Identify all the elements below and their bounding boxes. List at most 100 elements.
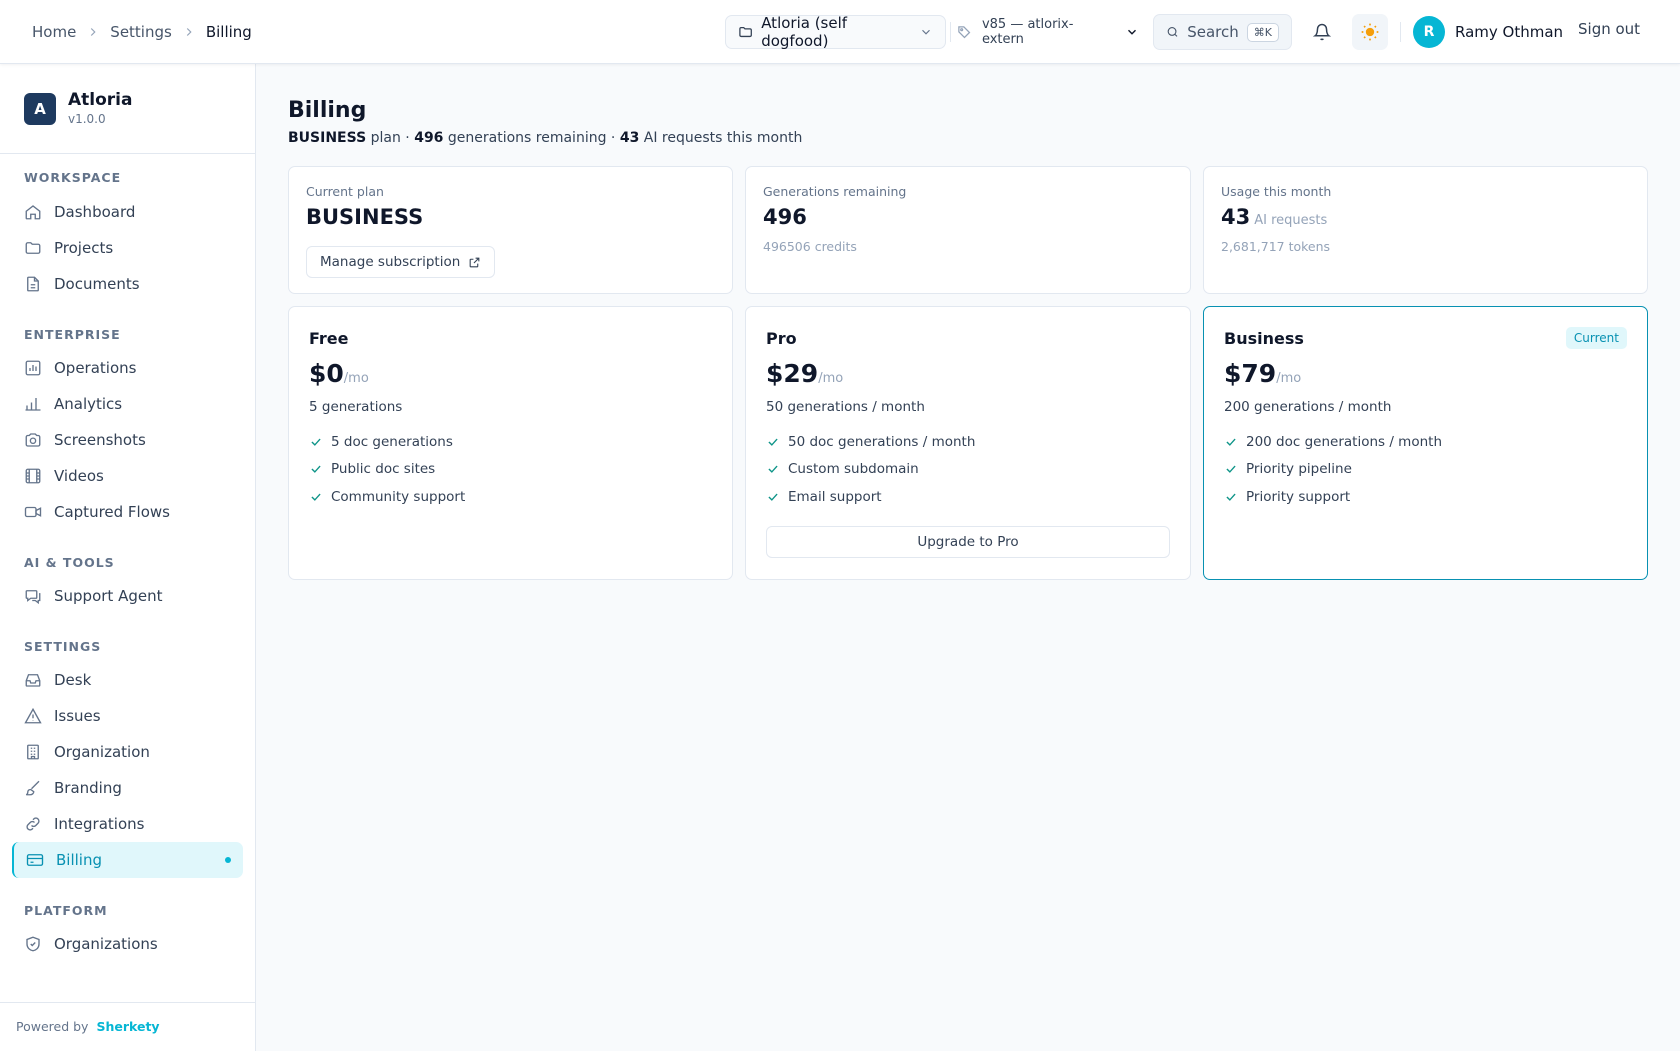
sidebar-item-label: Videos bbox=[54, 467, 104, 485]
price-period: /mo bbox=[343, 371, 369, 386]
check-icon bbox=[768, 438, 778, 446]
summary-plan: BUSINESS bbox=[288, 130, 367, 146]
sign-out-button[interactable]: Sign out bbox=[1578, 20, 1640, 38]
sidebar-item-projects[interactable]: Projects bbox=[12, 230, 243, 266]
sidebar-item-screenshots[interactable]: Screenshots bbox=[12, 422, 243, 458]
plan-description: 200 generations / month bbox=[1224, 399, 1392, 415]
plan-card-business: Business Current $79/mo 200 generations … bbox=[1203, 306, 1648, 580]
brand-name: Atloria bbox=[68, 90, 133, 110]
chevron-right-icon bbox=[182, 25, 196, 39]
warning-icon bbox=[24, 707, 42, 724]
sidebar-item-label: Desk bbox=[54, 671, 92, 689]
stat-sub: 2,681,717 tokens bbox=[1221, 239, 1331, 254]
project-select[interactable]: Atloria (self dogfood) bbox=[725, 14, 946, 50]
check-icon bbox=[311, 493, 321, 501]
chevron-down-icon bbox=[919, 25, 933, 39]
version-select-label: v85 — atlorix-extern bbox=[981, 17, 1074, 47]
stat-value: 43 bbox=[1221, 205, 1251, 229]
plan-feature: Email support bbox=[766, 489, 882, 505]
stat-value: 496 bbox=[763, 205, 807, 229]
theme-toggle[interactable] bbox=[1352, 14, 1388, 50]
stat-value: BUSINESS bbox=[306, 205, 424, 229]
version-select[interactable]: v85 — atlorix-extern bbox=[957, 15, 1139, 49]
brush-icon bbox=[25, 780, 40, 796]
sidebar-item-dashboard[interactable]: Dashboard bbox=[12, 194, 243, 230]
sidebar-item-videos[interactable]: Videos bbox=[12, 458, 243, 494]
link-icon bbox=[26, 817, 40, 831]
sidebar-item-documents[interactable]: Documents bbox=[12, 266, 243, 302]
plan-feature: Priority pipeline bbox=[1224, 461, 1352, 477]
stat-label: Current plan bbox=[306, 184, 384, 199]
sidebar-item-billing[interactable]: Billing bbox=[12, 842, 243, 878]
plan-feature: Custom subdomain bbox=[766, 461, 919, 477]
search-label: Search bbox=[1187, 23, 1239, 41]
sidebar-item-organizations[interactable]: Organizations bbox=[12, 926, 243, 962]
sidebar: A Atloria v1.0.0 WORKSPACE Dashboard Pro… bbox=[0, 64, 256, 1051]
upgrade-to-pro-button[interactable]: Upgrade to Pro bbox=[766, 526, 1170, 558]
check-icon bbox=[311, 465, 321, 473]
plan-feature-label: Public doc sites bbox=[331, 461, 436, 477]
check-icon bbox=[768, 493, 778, 501]
folder-icon bbox=[25, 242, 41, 254]
operations-icon bbox=[25, 360, 41, 376]
breadcrumb-home[interactable]: Home bbox=[32, 23, 76, 41]
plan-feature-label: Email support bbox=[788, 489, 882, 505]
sidebar-item-label: Analytics bbox=[54, 395, 123, 413]
sidebar-item-desk[interactable]: Desk bbox=[12, 662, 243, 698]
sidebar-item-issues[interactable]: Issues bbox=[12, 698, 243, 734]
sidebar-item-label: Captured Flows bbox=[54, 503, 170, 521]
sidebar-item-label: Issues bbox=[54, 707, 101, 725]
sidebar-item-label: Branding bbox=[54, 779, 122, 797]
sidebar-item-integrations[interactable]: Integrations bbox=[12, 806, 243, 842]
stat-value-row: 43 AI requests bbox=[1221, 205, 1327, 229]
summary-generations-suffix: generations remaining · bbox=[447, 130, 616, 146]
film-icon bbox=[25, 468, 41, 484]
sun-icon bbox=[1361, 23, 1379, 41]
breadcrumb-settings[interactable]: Settings bbox=[110, 23, 172, 41]
plan-name: Pro bbox=[766, 329, 797, 348]
check-icon bbox=[1226, 493, 1236, 501]
sidebar-item-operations[interactable]: Operations bbox=[12, 350, 243, 386]
billing-summary: BUSINESS plan · 496 generations remainin… bbox=[288, 130, 802, 146]
user-menu[interactable]: R Ramy Othman bbox=[1413, 16, 1563, 48]
sidebar-item-support-agent[interactable]: Support Agent bbox=[12, 578, 243, 614]
plan-card-free: Free $0/mo 5 generations 5 doc generatio… bbox=[288, 306, 733, 580]
search-button[interactable]: Search ⌘K bbox=[1153, 14, 1292, 50]
manage-subscription-label: Manage subscription bbox=[320, 254, 461, 270]
stat-unit: AI requests bbox=[1254, 213, 1328, 228]
summary-plan-suffix: plan · bbox=[370, 130, 410, 146]
sidebar-item-label: Dashboard bbox=[54, 203, 136, 221]
notifications-button[interactable] bbox=[1308, 18, 1336, 46]
sidebar-item-captured-flows[interactable]: Captured Flows bbox=[12, 494, 243, 530]
camera-icon bbox=[25, 433, 41, 447]
header-divider bbox=[950, 22, 951, 42]
check-icon bbox=[1226, 438, 1236, 446]
check-icon bbox=[768, 465, 778, 473]
sidebar-item-organization[interactable]: Organization bbox=[12, 734, 243, 770]
stat-sub: 496506 credits bbox=[763, 239, 857, 254]
breadcrumb-billing: Billing bbox=[205, 23, 252, 41]
sidebar-item-analytics[interactable]: Analytics bbox=[12, 386, 243, 422]
manage-subscription-button[interactable]: Manage subscription bbox=[306, 246, 496, 278]
building-icon bbox=[27, 744, 39, 760]
summary-generations: 496 bbox=[414, 130, 444, 146]
sidebar-item-label: Organization bbox=[54, 743, 150, 761]
search-shortcut: ⌘K bbox=[1246, 22, 1279, 42]
breadcrumb: Home Settings Billing bbox=[32, 0, 252, 64]
section-title-enterprise: ENTERPRISE bbox=[24, 327, 121, 342]
plan-name: Business bbox=[1224, 329, 1304, 348]
brand[interactable]: A Atloria v1.0.0 bbox=[24, 90, 132, 128]
sidebar-item-branding[interactable]: Branding bbox=[12, 770, 243, 806]
generations-remaining-card: Generations remaining 496 496506 credits bbox=[745, 166, 1191, 294]
price-period: /mo bbox=[818, 371, 844, 386]
plan-feature-label: 50 doc generations / month bbox=[788, 434, 976, 450]
powered-by-link[interactable]: Sherkety bbox=[96, 1019, 159, 1034]
divider bbox=[0, 1002, 255, 1003]
plan-feature: 5 doc generations bbox=[309, 434, 453, 450]
plan-description: 5 generations bbox=[309, 399, 403, 415]
plan-price: $29/mo bbox=[766, 359, 843, 388]
plan-feature: Public doc sites bbox=[309, 461, 435, 477]
plan-feature: Priority support bbox=[1224, 489, 1350, 505]
summary-requests: 43 bbox=[619, 130, 640, 146]
plan-price: $79/mo bbox=[1224, 359, 1301, 388]
